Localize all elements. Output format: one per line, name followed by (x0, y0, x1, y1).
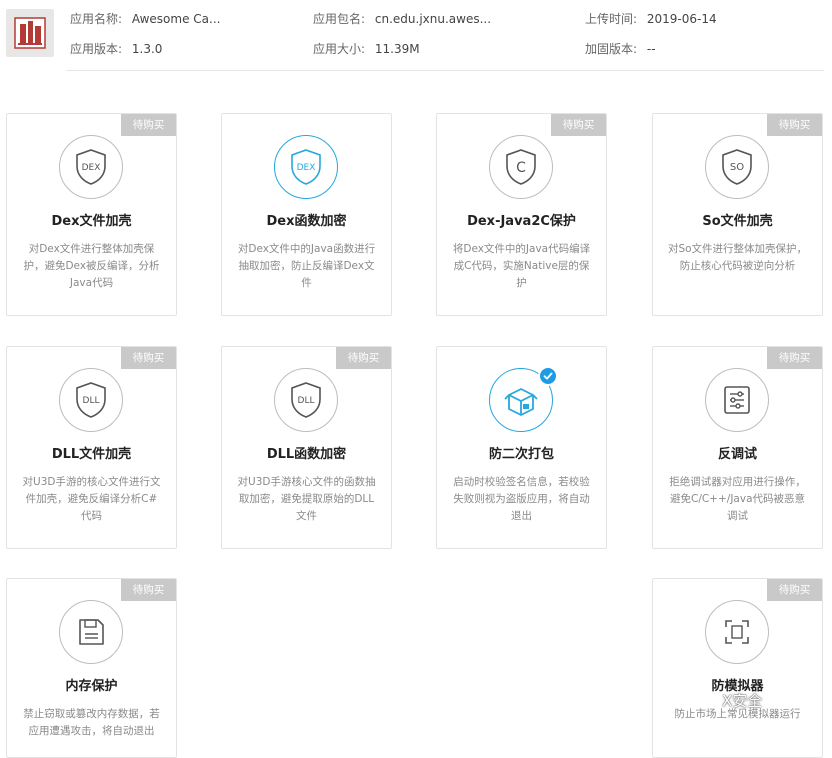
card-description: 启动时校验签名信息，若校验 失败则视为盗版应用，将自动 退出 (453, 476, 590, 522)
c-shield-icon: C (489, 135, 553, 199)
svg-text:DEX: DEX (82, 163, 101, 173)
app-size-label: 应用大小: (313, 42, 366, 56)
dex-shield-icon: DEX (59, 135, 123, 199)
card-description: 对Dex文件进行整体加壳保 护，避免Dex被反编译，分析 Java代码 (23, 243, 160, 289)
app-package-field: 应用包名: cn.edu.jxnu.awes... (313, 10, 491, 27)
svg-text:DLL: DLL (83, 396, 100, 406)
card-anti-repackage[interactable]: 防二次打包 启动时校验签名信息，若校验 失败则视为盗版应用，将自动 退出 (436, 346, 607, 549)
harden-version-label: 加固版本: (585, 42, 638, 56)
app-size-value: 11.39M (374, 42, 420, 56)
card-dex-shell[interactable]: 待购买 DEX Dex文件加壳 对Dex文件进行整体加壳保 护，避免Dex被反编译… (6, 113, 177, 316)
card-description: 拒绝调试器对应用进行操作， 避免C/C++/Java代码被恶意 调试 (669, 476, 806, 522)
svg-text:SO: SO (730, 162, 744, 173)
upload-time-label: 上传时间: (585, 12, 638, 26)
app-package-value: cn.edu.jxnu.awes... (374, 12, 492, 26)
card-anti-emulator[interactable]: 待购买 防模拟器 防止市场上常见模拟器运行 (652, 578, 823, 758)
app-icon (6, 9, 54, 57)
app-name-label: 应用名称: (70, 12, 123, 26)
floppy-disk-icon (59, 600, 123, 664)
status-badge: 待购买 (767, 579, 822, 601)
so-shield-icon: SO (705, 135, 769, 199)
settings-sliders-icon (705, 368, 769, 432)
svg-text:DLL: DLL (298, 396, 315, 406)
card-description: 对So文件进行整体加壳保护， 防止核心代码被逆向分析 (667, 243, 808, 272)
card-title: Dex-Java2C保护 (467, 214, 576, 229)
card-title: 内存保护 (65, 679, 118, 694)
card-description: 对U3D手游的核心文件进行文 件加壳，避免反编译分析C# 代码 (22, 476, 161, 522)
card-dll-function-encrypt[interactable]: 待购买 DLL DLL函数加密 对U3D手游核心文件的函数抽 取加密，避免提取原始… (221, 346, 392, 549)
card-dll-shell[interactable]: 待购买 DLL DLL文件加壳 对U3D手游的核心文件进行文 件加壳，避免反编译分… (6, 346, 177, 549)
card-memory-protect[interactable]: 待购买 内存保护 禁止窃取或篡改内存数据，若 应用遭遇攻击，将自动退出 (6, 578, 177, 758)
card-title: 防二次打包 (488, 447, 554, 462)
card-description: 对U3D手游核心文件的函数抽 取加密，避免提取原始的DLL 文件 (237, 476, 376, 522)
card-dex-java2c[interactable]: 待购买 C Dex-Java2C保护 将Dex文件中的Java代码编译 成C代码，… (436, 113, 607, 316)
app-name-value: Awesome Ca... (131, 12, 221, 26)
app-package-label: 应用包名: (313, 12, 366, 26)
svg-text:DEX: DEX (297, 163, 316, 173)
check-icon (538, 366, 558, 386)
header-divider (66, 70, 824, 71)
status-badge: 待购买 (767, 347, 822, 369)
status-badge: 待购买 (551, 114, 606, 136)
app-version-label: 应用版本: (70, 42, 123, 56)
dll-shield-icon: DLL (59, 368, 123, 432)
card-description: 将Dex文件中的Java代码编译 成C代码，实施Native层的保护 (452, 243, 591, 289)
status-badge: 待购买 (121, 579, 176, 601)
card-title: DLL函数加密 (266, 447, 347, 462)
card-title: Dex文件加壳 (51, 214, 132, 229)
card-title: Dex函数加密 (266, 214, 347, 229)
app-size-field: 应用大小: 11.39M (313, 40, 420, 57)
watermark: X安全 (722, 692, 763, 710)
card-title: 反调试 (717, 447, 757, 462)
card-title: So文件加壳 (702, 214, 773, 229)
harden-version-field: 加固版本: -- (585, 40, 656, 57)
card-title: DLL文件加壳 (51, 447, 132, 462)
card-dex-function-encrypt[interactable]: DEX Dex函数加密 对Dex文件中的Java函数进行 抽取加密，防止反编译De… (221, 113, 392, 316)
card-description: 对Dex文件中的Java函数进行 抽取加密，防止反编译Dex文件 (237, 243, 376, 289)
app-name-field: 应用名称: Awesome Ca... (70, 10, 220, 27)
upload-time-field: 上传时间: 2019-06-14 (585, 10, 717, 27)
svg-text:C: C (516, 160, 526, 176)
dll-shield-icon: DLL (274, 368, 338, 432)
status-badge: 待购买 (336, 347, 391, 369)
upload-time-value: 2019-06-14 (646, 12, 717, 26)
card-anti-debug[interactable]: 待购买 反调试 拒绝调试器对应用进行操作， 避免C/C++/Java代码被恶意 调试 (652, 346, 823, 549)
card-description: 禁止窃取或篡改内存数据，若 应用遭遇攻击，将自动退出 (23, 708, 160, 737)
harden-version-value: -- (646, 42, 656, 56)
app-info-header: 应用名称: Awesome Ca... 应用包名: cn.edu.jxnu.aw… (0, 0, 832, 72)
dex-shield-icon: DEX (274, 135, 338, 199)
emulator-icon (705, 600, 769, 664)
app-version-value: 1.3.0 (131, 42, 163, 56)
status-badge: 待购买 (121, 347, 176, 369)
app-version-field: 应用版本: 1.3.0 (70, 40, 162, 57)
status-badge: 待购买 (121, 114, 176, 136)
status-badge: 待购买 (767, 114, 822, 136)
card-so-shell[interactable]: 待购买 SO So文件加壳 对So文件进行整体加壳保护， 防止核心代码被逆向分析 (652, 113, 823, 316)
